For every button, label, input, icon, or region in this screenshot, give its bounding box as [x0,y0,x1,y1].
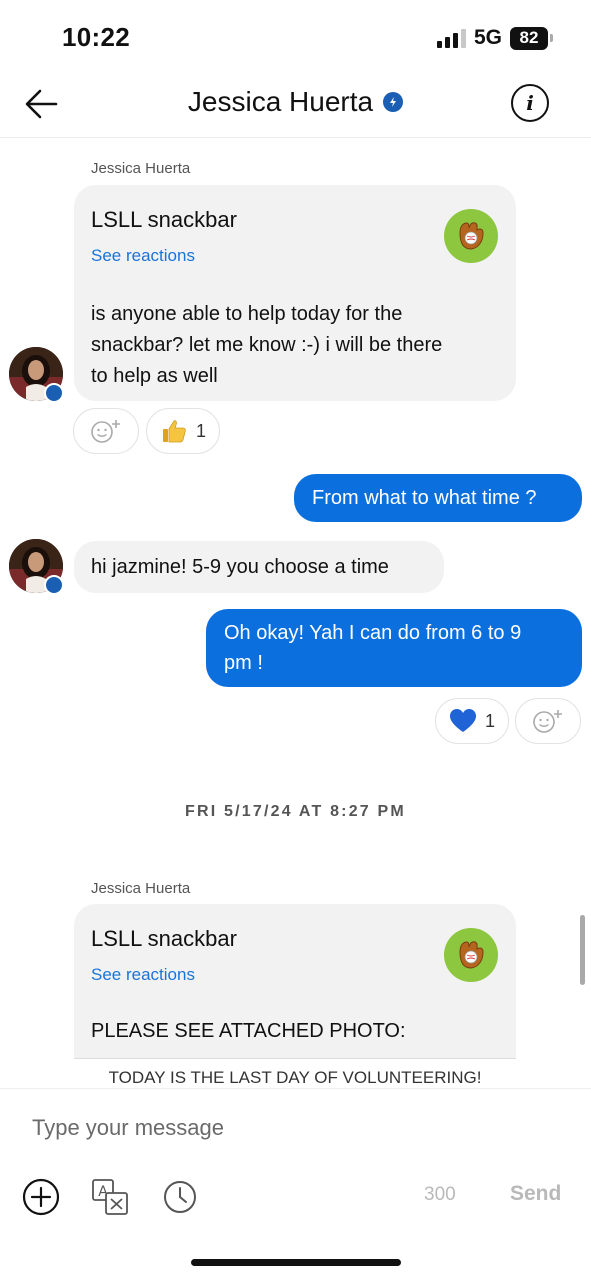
contact-name: Jessica Huerta [187,86,374,117]
group-title: LSLL snackbar [91,926,237,951]
character-count: 300 [424,1184,456,1205]
home-indicator[interactable] [191,1259,401,1266]
add-reaction-icon [91,420,120,443]
verified-icon [383,92,404,112]
heart-reaction[interactable]: 1 [435,698,509,744]
add-reaction-button[interactable] [73,408,139,454]
add-reaction-button[interactable] [515,698,581,744]
scrollbar[interactable] [580,915,585,985]
add-reaction-icon [533,710,562,733]
message-composer: A 300 Send [0,1089,591,1280]
clock-icon [164,1181,196,1213]
chat-header: Jessica Huerta i [0,72,591,138]
message-bubble-incoming[interactable]: hi jazmine! 5-9 you choose a time [74,541,444,593]
info-button[interactable]: i [511,84,549,122]
message-text-line: pm ! [224,652,263,674]
thumbs-up-icon [162,420,186,443]
verified-badge-icon [44,575,64,595]
send-button[interactable]: Send [510,1182,561,1206]
date-separator: FRI 5/17/24 AT 8:27 PM [185,803,406,820]
message-bubble-incoming[interactable]: LSLL snackbar See reactions is anyone ab… [74,185,516,401]
verified-badge-icon [44,383,64,403]
translate-button[interactable]: A [91,1178,129,1216]
network-label: 5G [473,26,502,49]
battery-tip [550,34,553,42]
reaction-count: 1 [484,710,495,731]
signal-icon [436,28,466,48]
attachment-preview[interactable]: TODAY IS THE LAST DAY OF VOLUNTEERING! [74,1058,516,1089]
sender-name: Jessica Huerta [91,880,191,897]
status-time: 10:22 [62,22,130,52]
see-reactions-link[interactable]: See reactions [91,246,195,266]
header-title[interactable]: Jessica Huerta [0,86,591,118]
thumbs-up-reaction[interactable]: 1 [146,408,220,454]
sender-name: Jessica Huerta [91,160,191,177]
plus-circle-icon [22,1178,60,1216]
message-list[interactable]: Jessica Huerta LSLL snackbar See reactio… [0,139,591,1089]
group-title: LSLL snackbar [91,207,237,232]
message-text: PLEASE SEE ATTACHED PHOTO: [91,1020,406,1042]
message-text-line: is anyone able to help today for the [91,303,403,325]
see-reactions-link[interactable]: See reactions [91,965,195,985]
message-text-line: snackbar? let me know :-) i will be ther… [91,334,443,356]
message-bubble-incoming[interactable]: LSLL snackbar See reactions PLEASE SEE A… [74,904,516,1089]
schedule-button[interactable] [161,1178,199,1216]
message-bubble-outgoing[interactable]: Oh okay! Yah I can do from 6 to 9 pm ! [206,609,582,687]
status-bar: 10:22 5G 82 [0,0,591,72]
info-icon: i [526,91,534,115]
message-input[interactable] [32,1115,552,1141]
baseball-glove-icon [444,928,498,982]
message-text: hi jazmine! 5-9 you choose a time [91,556,389,578]
baseball-glove-icon [444,209,498,263]
blue-heart-icon [449,709,476,732]
status-indicators: 5G 82 [436,26,553,50]
translate-icon: A [92,1179,128,1215]
message-text-line: Oh okay! Yah I can do from 6 to 9 [224,622,522,644]
message-text-line: to help as well [91,365,218,387]
battery-icon: 82 [510,26,548,50]
message-bubble-outgoing[interactable]: From what to what time ? [294,474,582,522]
reaction-count: 1 [195,420,206,441]
add-attachment-button[interactable] [22,1178,60,1216]
